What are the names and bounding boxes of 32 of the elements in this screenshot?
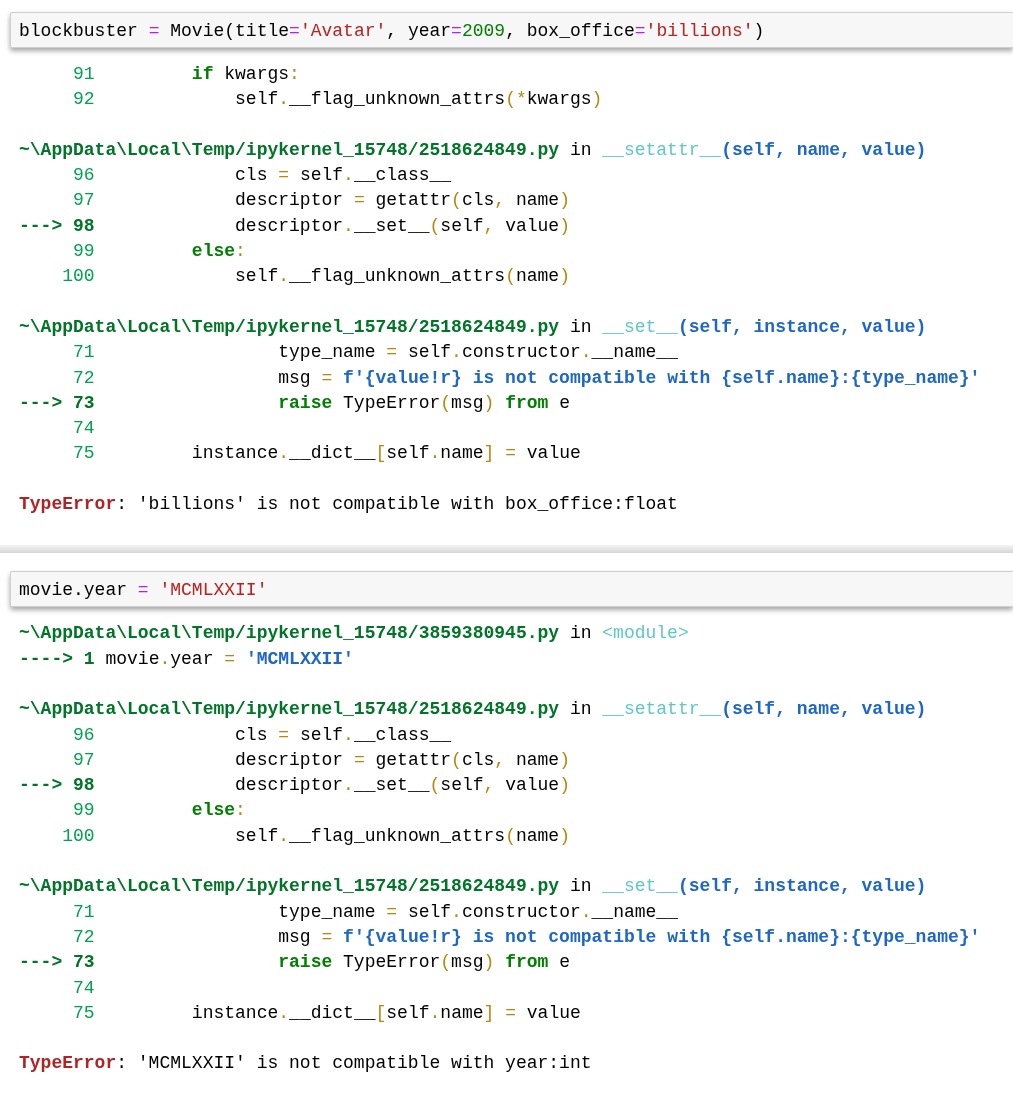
traceback-line: ~\AppData\Local\Temp/ipykernel_15748/2518624849.py in __set__(self, instance, value) <box>19 875 927 899</box>
traceback-line: 99 else: <box>72 799 246 823</box>
traceback-line: 71 type_name = self.constructor.__name__ <box>72 341 678 365</box>
traceback-line: TypeError: 'MCMLXXII' is not compatible with year:int <box>19 1052 592 1076</box>
traceback-line: ~\AppData\Local\Temp/ipykernel_15748/2518624849.py in __setattr__(self, name, value) <box>19 698 927 722</box>
traceback-line: 75 instance.__dict__[self.name] = value <box>72 1001 581 1025</box>
traceback-line: 97 descriptor = getattr(cls, name) <box>72 748 570 772</box>
traceback-line: 75 instance.__dict__[self.name] = value <box>72 442 581 466</box>
traceback-line: 71 type_name = self.constructor.__name__ <box>72 900 678 924</box>
traceback-line: ---> 73 raise TypeError(msg) from e <box>19 391 570 415</box>
code-cell-input[interactable]: movie.year = 'MCMLXXII' <box>10 571 1013 608</box>
traceback-line: 100 self.__flag_unknown_attrs(name) <box>61 824 570 848</box>
traceback-line: TypeError: 'billions' is not compatible with box_office:float <box>19 493 678 517</box>
traceback-line: 74 <box>72 976 95 1000</box>
traceback-line: 74 <box>72 417 95 441</box>
traceback-line: 72 msg = f'{value!r} is not compatible with {self.name}:{type_name}' <box>72 925 981 949</box>
traceback-line: ~\AppData\Local\Temp/ipykernel_15748/3859380945.py in <module> <box>19 622 689 646</box>
traceback-line: 92 self.__flag_unknown_attrs(*kwargs) <box>72 88 603 112</box>
traceback-line: 99 else: <box>72 240 246 264</box>
traceback-line: 96 cls = self.__class__ <box>72 723 452 747</box>
traceback-line: 97 descriptor = getattr(cls, name) <box>72 189 570 213</box>
traceback-line: 100 self.__flag_unknown_attrs(name) <box>61 265 570 289</box>
traceback-line: ~\AppData\Local\Temp/ipykernel_15748/2518624849.py in __setattr__(self, name, value) <box>19 138 927 162</box>
traceback-line: 72 msg = f'{value!r} is not compatible with {self.name}:{type_name}' <box>72 366 981 390</box>
traceback-line: ---> 98 descriptor.__set__(self, value) <box>19 214 570 238</box>
code-cell-input[interactable]: blockbuster = Movie(title='Avatar', year=2009, box_office='billions') <box>10 12 1013 48</box>
traceback-line: ---> 73 raise TypeError(msg) from e <box>19 951 570 975</box>
traceback-line: ----> 1 movie.year = 'MCMLXXII' <box>19 647 354 671</box>
traceback-line: ---> 98 descriptor.__set__(self, value) <box>19 774 570 798</box>
traceback-line: ~\AppData\Local\Temp/ipykernel_15748/2518624849.py in __set__(self, instance, value) <box>19 315 927 339</box>
traceback-line: 91 if kwargs: <box>72 63 300 86</box>
traceback-line: 96 cls = self.__class__ <box>72 164 452 188</box>
